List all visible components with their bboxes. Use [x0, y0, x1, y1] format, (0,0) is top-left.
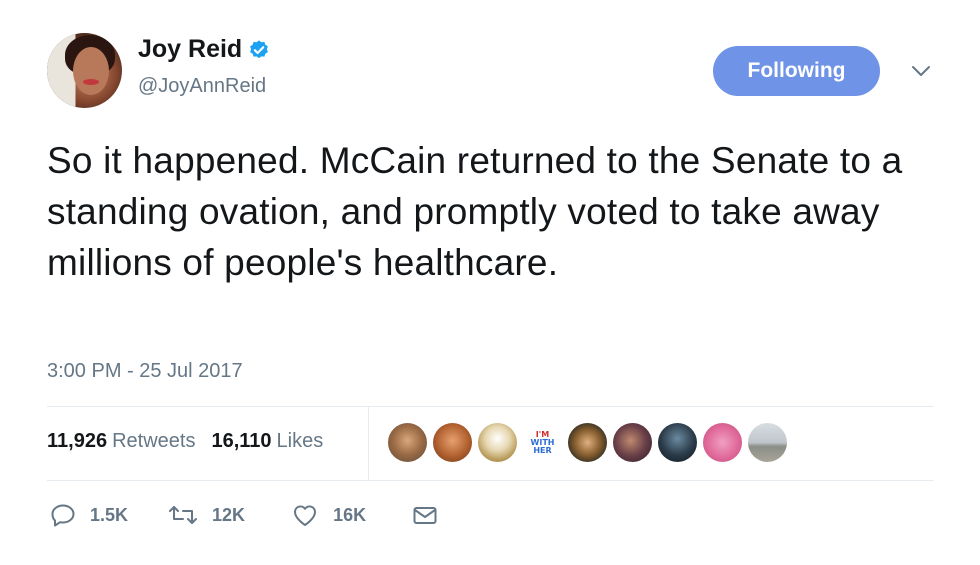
direct-message-button[interactable]	[412, 503, 438, 527]
liker-avatar[interactable]	[613, 423, 652, 462]
verified-badge-icon	[250, 39, 269, 58]
heart-icon	[294, 505, 317, 526]
following-button[interactable]: Following	[713, 46, 880, 96]
like-count: 16K	[333, 504, 367, 525]
liker-avatars: I'M WITH HER	[388, 423, 793, 462]
liker-avatar[interactable]	[478, 423, 517, 462]
tweet-card: Joy Reid @JoyAnnReid Following So it hap…	[0, 0, 980, 565]
liker-avatar[interactable]	[703, 423, 742, 462]
liker-avatar[interactable]	[388, 423, 427, 462]
author-display-name[interactable]: Joy Reid	[138, 35, 242, 64]
imwithher-avatar[interactable]: I'M WITH HER	[523, 423, 562, 462]
reply-count: 1.5K	[90, 504, 129, 525]
tweet-timestamp[interactable]: 3:00 PM - 25 Jul 2017	[47, 360, 243, 383]
engagement-stats: 11,926 Retweets 16,110 Likes	[47, 430, 323, 453]
like-button[interactable]: 16K	[291, 503, 366, 527]
retweets-label[interactable]: Retweets	[112, 430, 195, 453]
liker-avatar[interactable]	[433, 423, 472, 462]
imwithher-line3: HER	[533, 445, 552, 455]
liker-avatar[interactable]	[568, 423, 607, 462]
likes-label[interactable]: Likes	[277, 430, 324, 453]
divider	[47, 406, 934, 407]
retweet-count: 12K	[212, 504, 246, 525]
liker-avatar[interactable]	[658, 423, 697, 462]
tweet-text: So it happened. McCain returned to the S…	[47, 140, 903, 283]
tweet-actions: 1.5K 12K 16K	[50, 503, 438, 527]
retweet-icon	[169, 506, 198, 524]
likes-count[interactable]: 16,110	[211, 430, 271, 453]
author-avatar[interactable]	[47, 33, 122, 108]
reply-icon	[51, 504, 75, 527]
reply-button[interactable]: 1.5K	[50, 503, 128, 527]
vertical-divider	[368, 407, 369, 480]
divider	[47, 480, 934, 481]
avatar-lips	[83, 79, 99, 85]
retweet-button[interactable]: 12K	[168, 503, 245, 527]
liker-avatar[interactable]	[748, 423, 787, 462]
chevron-down-icon[interactable]	[910, 62, 932, 80]
retweets-count[interactable]: 11,926	[47, 430, 107, 453]
author-handle[interactable]: @JoyAnnReid	[138, 75, 266, 98]
avatar-face	[73, 47, 109, 95]
envelope-icon	[413, 507, 437, 524]
author-name-row[interactable]: Joy Reid	[138, 35, 270, 64]
